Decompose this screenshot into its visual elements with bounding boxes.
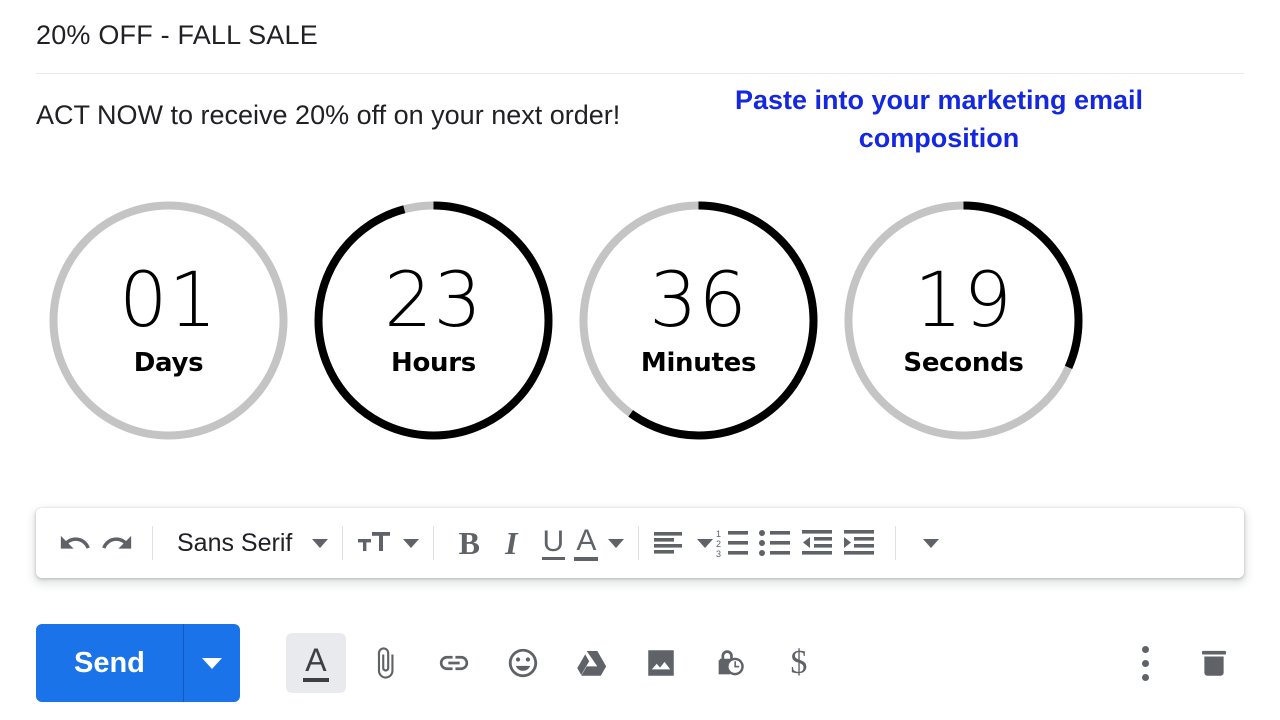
annotation-callout: Paste into your marketing email composit…	[734, 85, 1144, 153]
numbered-list-icon: 1 2 3	[716, 529, 749, 558]
minutes-label: Minutes	[640, 348, 757, 378]
italic-icon: I	[505, 524, 518, 561]
confidential-mode-icon	[718, 650, 744, 676]
insert-emoji-icon	[508, 648, 538, 678]
toolbar-separator	[895, 526, 897, 560]
hours-value: 23	[384, 255, 483, 344]
svg-text:2: 2	[716, 539, 721, 549]
text-size-icon	[358, 532, 391, 551]
indent-less-icon	[802, 530, 833, 555]
send-button[interactable]: Send	[36, 624, 240, 702]
chevron-down-icon	[608, 538, 625, 548]
more-options-icon	[1141, 645, 1149, 681]
toolbar-separator	[433, 526, 435, 560]
chevron-down-icon	[201, 657, 222, 669]
more-format-options-button[interactable]	[910, 520, 952, 566]
redo-button[interactable]	[96, 520, 138, 566]
redo-icon	[102, 535, 132, 549]
email-body-text: ACT NOW to receive 20% off on your next …	[36, 100, 621, 130]
more-format-options-icon	[923, 538, 940, 548]
undo-button[interactable]	[54, 520, 96, 566]
hours-label: Hours	[391, 348, 476, 378]
send-button-label: Send	[74, 647, 145, 679]
discard-draft-icon	[1201, 650, 1227, 676]
underline-icon: U	[541, 526, 566, 561]
chevron-down-icon	[697, 538, 714, 548]
numbered-list-button[interactable]: 1 2 3	[713, 520, 755, 566]
text-color-button[interactable]: A	[574, 520, 625, 566]
insert-drive-button[interactable]	[562, 633, 622, 693]
text-size-selector[interactable]	[357, 520, 420, 566]
undo-icon	[60, 535, 90, 549]
font-family-label: Sans Serif	[177, 528, 293, 557]
chevron-down-icon	[403, 538, 420, 548]
bold-icon: B	[458, 524, 481, 561]
days-value: 01	[119, 255, 218, 344]
align-left-icon	[654, 532, 683, 554]
svg-text:3: 3	[716, 549, 721, 558]
underline-button[interactable]: U	[532, 520, 574, 566]
insert-link-button[interactable]	[424, 633, 484, 693]
italic-button[interactable]: I	[490, 520, 532, 566]
indent-less-button[interactable]	[797, 520, 839, 566]
send-options-button[interactable]	[184, 624, 240, 702]
font-family-selector[interactable]: Sans Serif	[167, 520, 329, 566]
insert-photo-button[interactable]	[631, 633, 691, 693]
days-label: Days	[133, 348, 204, 378]
attach-file-button[interactable]	[355, 633, 415, 693]
insert-emoji-button[interactable]	[493, 633, 553, 693]
indent-more-button[interactable]	[839, 520, 881, 566]
bulleted-list-icon	[759, 530, 791, 556]
discard-draft-button[interactable]	[1184, 633, 1244, 693]
text-color-icon: A	[574, 525, 599, 561]
indent-more-icon	[844, 530, 875, 555]
minutes-value: 36	[649, 255, 748, 344]
svg-text:1: 1	[716, 529, 721, 539]
bulleted-list-button[interactable]	[755, 520, 797, 566]
seconds-label: Seconds	[903, 348, 1024, 378]
insert-link-icon	[439, 655, 469, 671]
toolbar-separator	[342, 526, 344, 560]
bold-button[interactable]: B	[448, 520, 490, 566]
confidential-mode-button[interactable]	[700, 633, 760, 693]
formatting-options-button[interactable]: A	[285, 633, 346, 693]
countdown-unit-days: 01 Days	[36, 188, 301, 453]
more-options-button[interactable]	[1115, 633, 1175, 693]
formatting-options-icon: A	[303, 644, 329, 682]
countdown-unit-hours: 23 Hours	[301, 188, 566, 453]
countdown-timer: 01 Days 23 Hours 36 Minutes 19 Seconds	[36, 185, 1096, 455]
seconds-value: 19	[914, 255, 1013, 344]
insert-money-button[interactable]: $	[769, 633, 829, 693]
attach-file-icon	[377, 647, 394, 679]
email-compose-window: 20% OFF - FALL SALE ACT NOW to receive 2…	[0, 0, 1280, 720]
insert-drive-icon	[577, 650, 607, 676]
countdown-unit-seconds: 19 Seconds	[831, 188, 1096, 453]
header-divider	[36, 73, 1244, 74]
insert-money-icon: $	[790, 644, 808, 681]
align-button[interactable]	[653, 520, 714, 566]
toolbar-separator	[152, 526, 153, 560]
toolbar-separator	[638, 526, 640, 560]
insert-photo-icon	[648, 650, 674, 676]
chevron-down-icon	[312, 538, 329, 548]
countdown-unit-minutes: 36 Minutes	[566, 188, 831, 453]
formatting-toolbar: Sans Serif B I U A 1 2 3	[36, 508, 1244, 578]
email-subject: 20% OFF - FALL SALE	[36, 20, 318, 50]
compose-action-bar: Send A $	[36, 622, 1244, 704]
